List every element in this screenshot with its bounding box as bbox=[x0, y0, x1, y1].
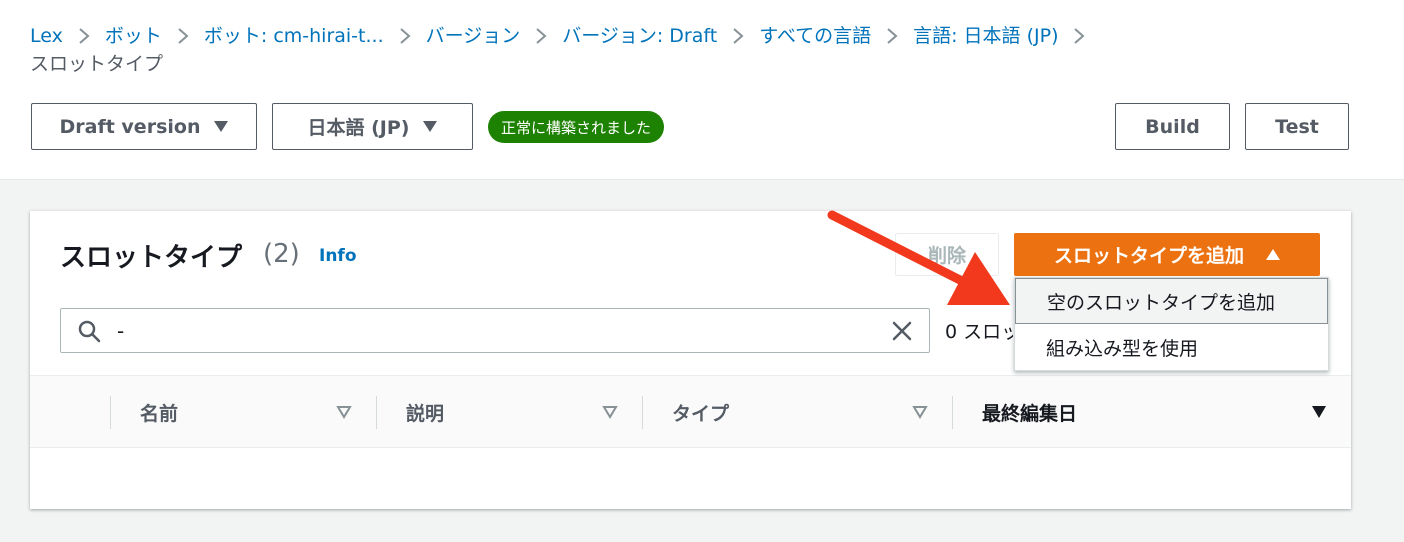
delete-button[interactable]: 削除 bbox=[895, 233, 999, 276]
breadcrumb-bot[interactable]: ボット: cm-hirai-t... bbox=[204, 22, 384, 50]
language-select[interactable]: 日本語 (JP) bbox=[272, 103, 473, 150]
menu-item-add-empty-slot-type[interactable]: 空のスロットタイプを追加 bbox=[1015, 278, 1328, 324]
column-header-name[interactable]: 名前 bbox=[110, 376, 376, 449]
column-label: 最終編集日 bbox=[982, 403, 1078, 425]
chevron-right-icon bbox=[398, 27, 412, 45]
sort-desc-icon bbox=[1312, 406, 1326, 418]
close-icon[interactable] bbox=[891, 320, 913, 342]
sort-icon bbox=[336, 406, 352, 419]
breadcrumb-all-languages[interactable]: すべての言語 bbox=[759, 22, 871, 50]
breadcrumb-versions[interactable]: バージョン bbox=[426, 22, 521, 50]
menu-item-use-built-in-type[interactable]: 組み込み型を使用 bbox=[1015, 324, 1328, 370]
caret-down-icon bbox=[214, 121, 229, 132]
breadcrumb-lex[interactable]: Lex bbox=[30, 22, 63, 50]
column-header-last-edited[interactable]: 最終編集日 bbox=[952, 376, 1351, 449]
add-slot-type-button[interactable]: スロットタイプを追加 bbox=[1014, 233, 1320, 276]
version-select-label: Draft version bbox=[59, 115, 201, 138]
table-header: 名前 説明 タイプ 最終編集日 bbox=[30, 375, 1351, 448]
breadcrumb-current: スロットタイプ bbox=[30, 53, 164, 75]
breadcrumb-language[interactable]: 言語: 日本語 (JP) bbox=[913, 22, 1058, 50]
chevron-right-icon bbox=[731, 27, 745, 45]
column-label: 説明 bbox=[406, 403, 445, 425]
caret-down-icon bbox=[423, 121, 438, 132]
slot-type-count: (2) bbox=[263, 239, 300, 269]
match-count: 0 スロットタイプ bbox=[945, 321, 1013, 343]
sort-icon bbox=[912, 406, 928, 419]
add-slot-type-label: スロットタイプを追加 bbox=[1053, 245, 1244, 267]
version-select[interactable]: Draft version bbox=[31, 103, 257, 150]
search-box bbox=[60, 308, 930, 353]
column-label: 名前 bbox=[140, 403, 179, 425]
search-icon bbox=[78, 320, 101, 343]
chevron-right-icon bbox=[885, 27, 899, 45]
chevron-right-icon bbox=[1072, 27, 1086, 45]
chevron-right-icon bbox=[534, 27, 548, 45]
add-slot-type-dropdown: 空のスロットタイプを追加 組み込み型を使用 bbox=[1014, 277, 1329, 371]
search-input[interactable] bbox=[115, 315, 875, 347]
chevron-right-icon bbox=[77, 27, 91, 45]
sort-icon bbox=[602, 406, 618, 419]
column-label: タイプ bbox=[672, 403, 730, 425]
column-header-description[interactable]: 説明 bbox=[376, 376, 642, 449]
panel-title: スロットタイプ bbox=[60, 243, 243, 273]
build-button[interactable]: Build bbox=[1115, 103, 1230, 150]
info-link[interactable]: Info bbox=[319, 246, 357, 266]
build-status-badge: 正常に構築されました bbox=[488, 111, 665, 143]
column-header-type[interactable]: タイプ bbox=[642, 376, 952, 449]
test-button[interactable]: Test bbox=[1245, 103, 1349, 150]
page-header: Lex ボット ボット: cm-hirai-t... バージョン バージョン: … bbox=[0, 0, 1404, 180]
breadcrumb: Lex ボット ボット: cm-hirai-t... バージョン バージョン: … bbox=[30, 22, 1370, 78]
breadcrumb-version-draft[interactable]: バージョン: Draft bbox=[562, 22, 717, 50]
breadcrumb-bots[interactable]: ボット bbox=[105, 22, 162, 50]
caret-up-icon bbox=[1266, 249, 1280, 260]
language-select-label: 日本語 (JP) bbox=[307, 117, 410, 139]
chevron-right-icon bbox=[176, 27, 190, 45]
